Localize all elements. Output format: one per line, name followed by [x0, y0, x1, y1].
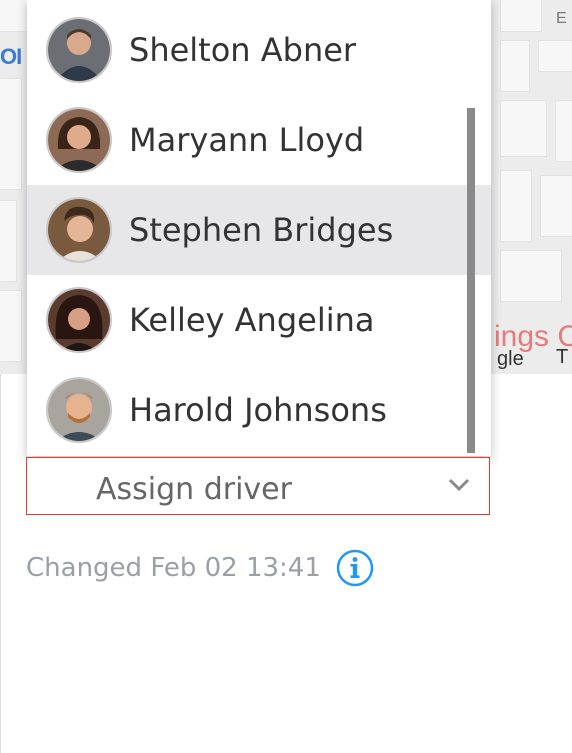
driver-option-maryann-lloyd[interactable]: Maryann Lloyd	[27, 95, 491, 185]
map-terms-label: T	[556, 346, 569, 368]
map-place-label: OI	[0, 44, 22, 69]
map-attribution-label: gle	[497, 348, 524, 370]
assign-driver-select[interactable]: Assign driver	[26, 457, 490, 515]
chevron-down-icon	[447, 476, 471, 494]
driver-option-kelley-angelina[interactable]: Kelley Angelina	[27, 275, 491, 365]
info-icon[interactable]	[335, 548, 375, 588]
changed-timestamp: Changed Feb 02 13:41	[26, 553, 321, 583]
driver-avatar	[46, 197, 112, 263]
driver-name: Harold Johnsons	[129, 391, 387, 429]
driver-avatar	[46, 287, 112, 353]
dropdown-scrollbar[interactable]	[467, 108, 475, 453]
driver-option-harold-johnsons[interactable]: Harold Johnsons	[27, 365, 491, 455]
driver-name: Maryann Lloyd	[129, 121, 365, 159]
status-row: Changed Feb 02 13:41	[26, 548, 375, 588]
driver-dropdown-list[interactable]: Shelton Abner Maryann Lloyd Stephen Brid…	[27, 0, 491, 456]
driver-avatar	[46, 377, 112, 443]
driver-avatar	[46, 107, 112, 173]
map-street-label: E	[556, 10, 567, 27]
driver-name: Kelley Angelina	[129, 301, 375, 339]
driver-avatar	[46, 17, 112, 83]
driver-option-stephen-bridges[interactable]: Stephen Bridges	[27, 185, 491, 275]
driver-name: Shelton Abner	[129, 31, 357, 69]
driver-option-shelton-abner[interactable]: Shelton Abner	[27, 5, 491, 95]
driver-name: Stephen Bridges	[129, 211, 394, 249]
assign-driver-label: Assign driver	[96, 472, 292, 507]
